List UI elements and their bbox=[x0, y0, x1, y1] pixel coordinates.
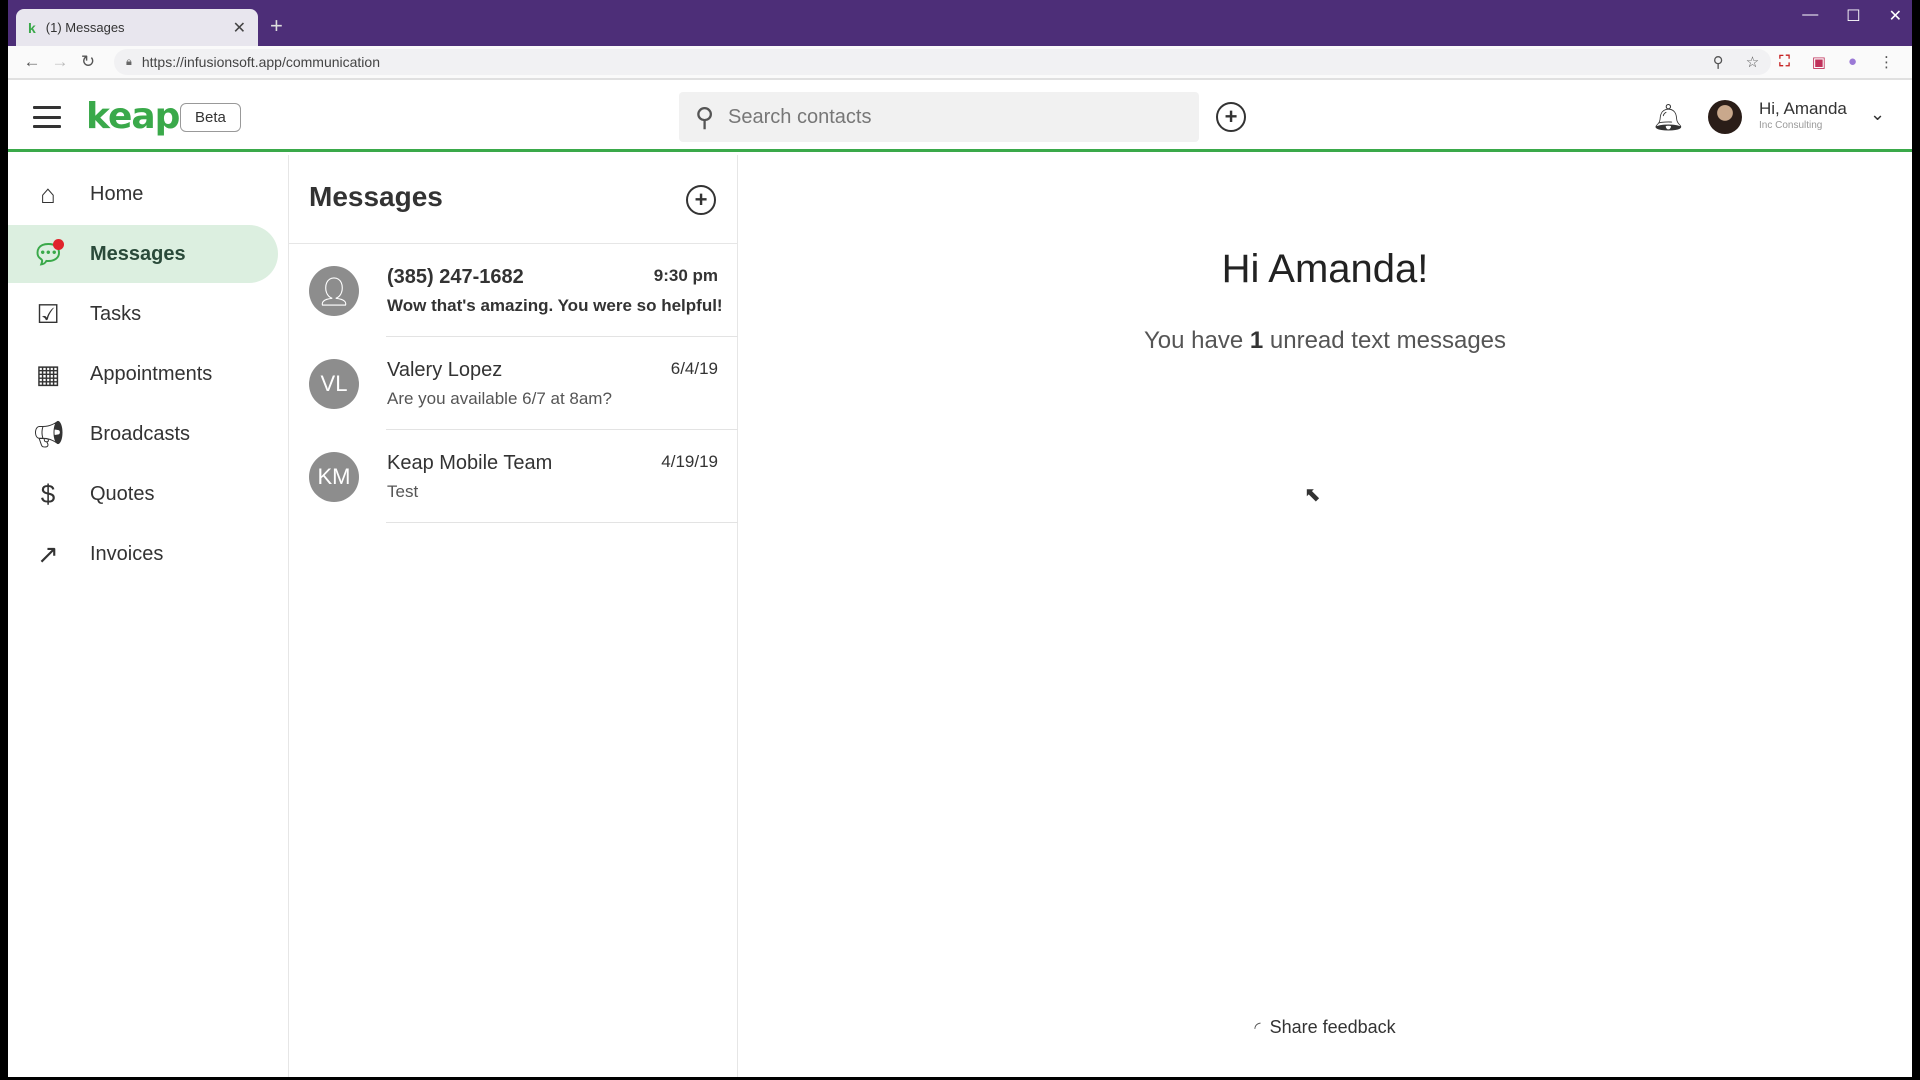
url-field[interactable]: 🔒︎ https://infusionsoft.app/communicatio… bbox=[114, 49, 1772, 75]
close-window-icon[interactable]: ✕ bbox=[1889, 6, 1902, 26]
list-item[interactable]: VL Valery Lopez 6/4/19 Are you available… bbox=[289, 337, 738, 430]
share-feedback-link[interactable]: ◜ Share feedback bbox=[738, 1017, 1912, 1038]
main-content: Hi Amanda! You have 1 unread text messag… bbox=[738, 155, 1912, 1077]
conversation-name: (385) 247-1682 bbox=[387, 266, 524, 288]
keap-favicon-icon: k bbox=[28, 19, 36, 36]
sidebar-item-invoices[interactable]: ↗ Invoices bbox=[8, 525, 278, 583]
zoom-icon[interactable]: ⚲ bbox=[1713, 53, 1724, 71]
checklist-icon: ☑ bbox=[36, 298, 60, 329]
sidebar-item-label: Quotes bbox=[90, 482, 155, 505]
sidebar-item-label: Broadcasts bbox=[90, 422, 191, 445]
list-item[interactable]: KM Keap Mobile Team 4/19/19 Test bbox=[289, 430, 738, 523]
tab-close-icon[interactable]: ✕ bbox=[233, 18, 246, 38]
sidebar-item-tasks[interactable]: ☑ Tasks bbox=[8, 285, 278, 343]
notification-bell-icon[interactable]: 🔔︎ bbox=[1652, 102, 1685, 133]
conversation-list: 👤︎ (385) 247-1682 9:30 pm Wow that's ama… bbox=[289, 243, 738, 523]
hamburger-menu-icon[interactable] bbox=[33, 106, 61, 128]
window-controls: — ☐ ✕ bbox=[1802, 6, 1902, 26]
chevron-down-icon[interactable]: ⌄ bbox=[1870, 104, 1885, 125]
unread-count: 1 bbox=[1249, 327, 1264, 354]
sidebar-item-home[interactable]: ⌂ Home bbox=[8, 165, 278, 223]
messages-title: Messages bbox=[309, 181, 443, 212]
bookmark-star-icon[interactable]: ☆ bbox=[1746, 53, 1759, 71]
pdf-extension-icon[interactable]: ⛶ bbox=[1779, 53, 1790, 71]
profile-extension-icon[interactable]: ● bbox=[1848, 53, 1857, 71]
sidebar-item-messages[interactable]: 💬︎ Messages bbox=[8, 225, 278, 283]
browser-tab[interactable]: k (1) Messages ✕ bbox=[16, 9, 258, 46]
sidebar-item-quotes[interactable]: $ Quotes bbox=[8, 465, 278, 523]
lock-icon: 🔒︎ bbox=[126, 55, 132, 68]
url-text: https://infusionsoft.app/communication bbox=[141, 54, 380, 70]
conversation-preview: Are you available 6/7 at 8am? bbox=[387, 389, 612, 408]
unread-prefix: You have bbox=[1143, 327, 1244, 354]
user-company: Inc Consulting bbox=[1759, 120, 1823, 131]
tab-title: (1) Messages bbox=[45, 20, 125, 35]
sidebar-item-label: Tasks bbox=[90, 302, 142, 325]
chat-icon: 💬︎ bbox=[32, 238, 66, 269]
megaphone-icon: 📢︎ bbox=[32, 418, 66, 449]
conversation-time: 9:30 pm bbox=[653, 266, 718, 285]
mouse-cursor-icon: ⬉ bbox=[1304, 484, 1321, 506]
sidebar-item-label: Home bbox=[90, 182, 144, 205]
back-arrow-icon[interactable]: ← bbox=[18, 52, 46, 72]
unread-badge bbox=[53, 238, 64, 250]
address-bar: ← → ↻ 🔒︎ https://infusionsoft.app/commun… bbox=[8, 46, 1912, 80]
browser-tab-bar: k (1) Messages ✕ + — ☐ ✕ bbox=[8, 0, 1912, 46]
sidebar: ⌂ Home 💬︎ Messages ☑ Tasks ▦ Appointment… bbox=[8, 155, 289, 1077]
beta-badge: Beta bbox=[180, 103, 241, 132]
add-plus-icon[interactable]: + bbox=[1216, 102, 1246, 132]
search-icon: ⚲ bbox=[695, 101, 715, 132]
browser-menu-icon[interactable]: ⋮ bbox=[1879, 53, 1894, 71]
forward-arrow-icon[interactable]: → bbox=[46, 52, 74, 72]
feedback-rss-icon: ◜ bbox=[1254, 1020, 1261, 1037]
sidebar-item-label: Invoices bbox=[90, 542, 164, 565]
avatar[interactable] bbox=[1708, 100, 1742, 134]
unread-summary: You have 1 unread text messages bbox=[738, 327, 1912, 355]
browser-window: k (1) Messages ✕ + — ☐ ✕ ← → ↻ 🔒︎ https:… bbox=[8, 0, 1912, 1077]
dollar-icon: $ bbox=[40, 478, 56, 509]
new-message-plus-icon[interactable]: + bbox=[686, 185, 716, 215]
conversation-time: 6/4/19 bbox=[670, 359, 718, 378]
search-input[interactable] bbox=[728, 105, 1169, 129]
new-tab-button[interactable]: + bbox=[270, 13, 283, 39]
invoice-icon: ↗ bbox=[37, 538, 59, 569]
sidebar-item-broadcasts[interactable]: 📢︎ Broadcasts bbox=[8, 405, 278, 463]
minimize-icon[interactable]: — bbox=[1802, 6, 1818, 26]
extension-icon[interactable]: ▣ bbox=[1812, 53, 1826, 71]
conversation-preview: Test bbox=[387, 482, 419, 501]
messages-list-pane: Messages + 👤︎ (385) 247-1682 9:30 pm Wow… bbox=[289, 155, 738, 1077]
reload-icon[interactable]: ↻ bbox=[74, 52, 102, 72]
user-greeting[interactable]: Hi, Amanda bbox=[1759, 99, 1847, 119]
conversation-name: Keap Mobile Team bbox=[387, 452, 553, 474]
avatar: VL bbox=[309, 359, 359, 409]
conversation-preview: Wow that's amazing. You were so helpful! bbox=[387, 296, 723, 315]
search-bar[interactable]: ⚲ bbox=[679, 92, 1199, 142]
sidebar-item-appointments[interactable]: ▦ Appointments bbox=[8, 345, 278, 403]
page-title: Hi Amanda! bbox=[1221, 247, 1429, 291]
conversation-time: 4/19/19 bbox=[661, 452, 718, 471]
maximize-icon[interactable]: ☐ bbox=[1846, 6, 1860, 26]
calendar-icon: ▦ bbox=[35, 358, 61, 389]
avatar: KM bbox=[309, 452, 359, 502]
feedback-label: Share feedback bbox=[1269, 1017, 1396, 1037]
person-avatar-icon: 👤︎ bbox=[309, 266, 359, 316]
conversation-name: Valery Lopez bbox=[387, 359, 503, 381]
home-icon: ⌂ bbox=[40, 178, 56, 209]
keap-logo[interactable]: keap bbox=[86, 96, 180, 137]
list-item[interactable]: 👤︎ (385) 247-1682 9:30 pm Wow that's ama… bbox=[289, 244, 738, 337]
unread-suffix: unread text messages bbox=[1269, 327, 1507, 354]
app-header: keap Beta ⚲ + 🔔︎ Hi, Amanda Inc Consulti… bbox=[8, 82, 1912, 152]
sidebar-item-label: Appointments bbox=[90, 362, 213, 385]
sidebar-item-label: Messages bbox=[90, 242, 186, 265]
